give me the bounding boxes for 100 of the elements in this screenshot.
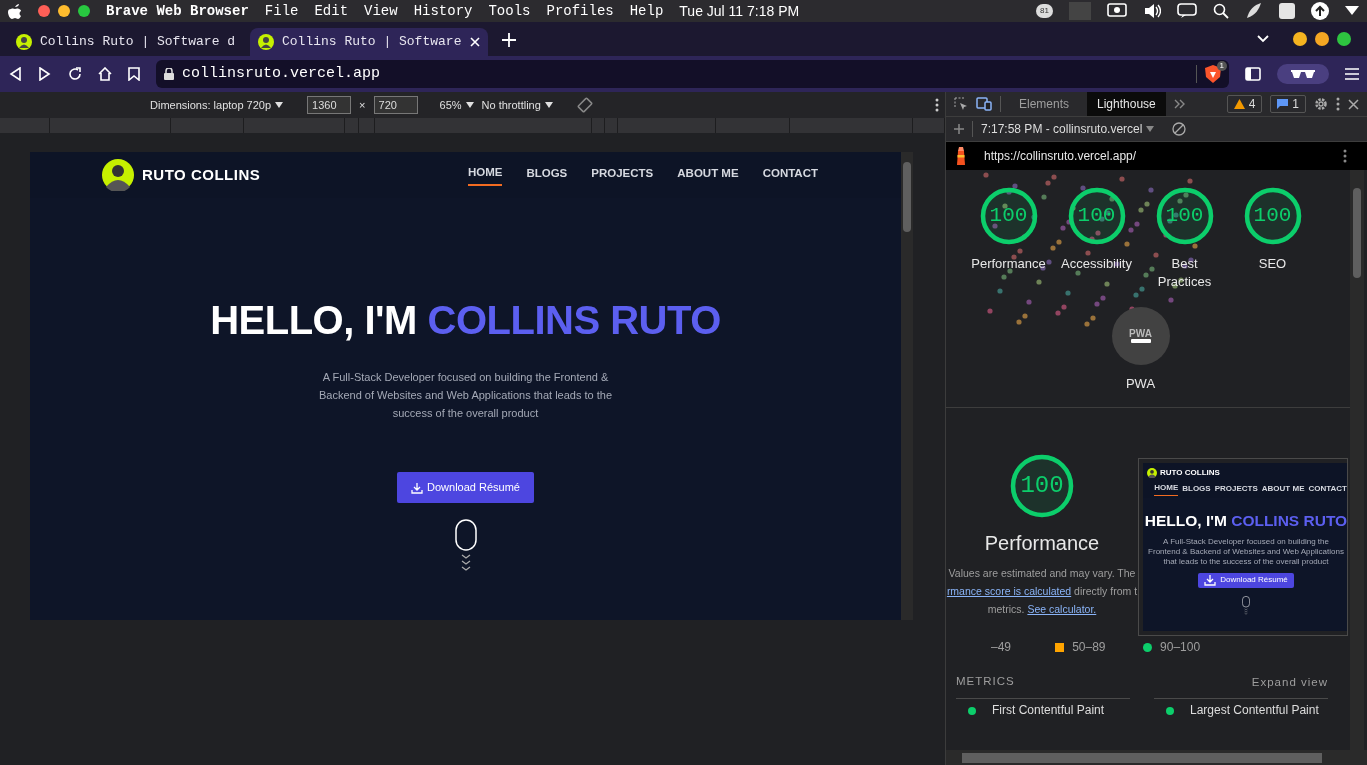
upload-icon[interactable] xyxy=(1311,2,1329,20)
dropdown-arrow-icon[interactable] xyxy=(1345,6,1359,16)
add-icon[interactable] xyxy=(954,124,964,134)
messages-counter[interactable]: 1 xyxy=(1270,95,1306,113)
throttling-dropdown[interactable]: No throttling xyxy=(481,98,553,112)
expand-view-link[interactable]: Expand view xyxy=(1251,673,1328,691)
brand-name[interactable]: RUTO COLLINS xyxy=(1160,467,1220,479)
hero-heading: HELLO, I'M COLLINS RUTO xyxy=(210,297,721,344)
note-text: Values are estimated and may vary. The xyxy=(948,567,1136,579)
more-icon[interactable] xyxy=(935,98,939,112)
sidebar-icon[interactable] xyxy=(1245,67,1261,81)
profile-button[interactable] xyxy=(1277,64,1329,84)
dash-icon xyxy=(1130,338,1151,344)
screen-mirroring-icon[interactable] xyxy=(1107,3,1127,19)
zoom-dropdown[interactable]: 65% xyxy=(439,98,474,112)
more-icon[interactable] xyxy=(1343,149,1347,163)
warning-icon xyxy=(1233,99,1245,109)
browser-tab[interactable]: Collins Ruto | Software d xyxy=(8,28,246,56)
menu-item[interactable]: Help xyxy=(629,1,664,21)
download-icon xyxy=(1204,574,1217,587)
nav-link[interactable]: PROJECTS xyxy=(591,163,654,187)
menu-item[interactable]: Edit xyxy=(314,1,349,21)
clear-icon[interactable] xyxy=(1172,122,1187,136)
height-field[interactable]: 720 xyxy=(373,96,418,114)
rotate-icon[interactable] xyxy=(576,97,593,113)
reload-icon[interactable] xyxy=(68,67,82,81)
new-tab-icon[interactable] xyxy=(502,33,516,47)
window-control-icon[interactable] xyxy=(38,5,50,17)
avatar xyxy=(1147,468,1157,478)
nav-link[interactable]: CONTACT xyxy=(1308,482,1347,496)
score-label: Best Practices xyxy=(1156,255,1213,291)
favicon xyxy=(258,34,274,50)
window-control-icon[interactable] xyxy=(1293,32,1307,46)
score-value: 100 xyxy=(1164,203,1205,230)
download-button[interactable]: Download Résumé xyxy=(1198,572,1294,588)
leaf-icon[interactable] xyxy=(1245,2,1263,20)
panel-tab[interactable]: Lighthouse xyxy=(1087,92,1166,116)
nav-link[interactable]: PROJECTS xyxy=(1214,482,1258,496)
home-icon[interactable] xyxy=(98,67,112,81)
nav-link[interactable]: BLOGS xyxy=(526,163,568,187)
nav-link[interactable]: HOME xyxy=(1154,482,1179,496)
volume-icon[interactable] xyxy=(1143,3,1161,19)
performance-title: Performance xyxy=(984,531,1100,556)
menu-item[interactable]: History xyxy=(413,1,473,21)
bookmark-icon[interactable] xyxy=(128,67,140,81)
menu-item[interactable]: File xyxy=(264,1,299,21)
download-button[interactable]: Download Résumé xyxy=(397,472,534,503)
window-control-icon[interactable] xyxy=(58,5,70,17)
brand-name[interactable]: RUTO COLLINS xyxy=(142,163,261,187)
browser-tab[interactable]: Collins Ruto | Software xyxy=(250,28,488,56)
scroll-mouse-icon xyxy=(1242,595,1250,616)
close-icon[interactable] xyxy=(1348,98,1359,110)
more-icon[interactable] xyxy=(1336,97,1340,111)
warnings-counter[interactable]: 4 xyxy=(1226,95,1263,113)
apple-icon xyxy=(8,3,22,19)
lion-shield-icon[interactable] xyxy=(1205,65,1221,83)
menu-item[interactable]: Tools xyxy=(488,1,531,21)
chat-icon[interactable] xyxy=(1177,3,1197,19)
window-control-icon[interactable] xyxy=(78,5,90,17)
caret-icon xyxy=(275,102,284,108)
lighthouse-icon xyxy=(954,147,968,165)
more-tabs-icon[interactable] xyxy=(1173,99,1186,109)
score-value: 100 xyxy=(988,203,1029,230)
back-icon[interactable] xyxy=(8,67,22,81)
message-icon xyxy=(1277,99,1289,109)
dimensions-dropdown[interactable]: Dimensions: laptop 720p xyxy=(150,98,284,112)
menu-item[interactable]: Profiles xyxy=(546,1,614,21)
legend-range: 90–100 xyxy=(1160,639,1201,656)
window-control-icon[interactable] xyxy=(1315,32,1329,46)
report-url: https://collinsruto.vercel.app/ xyxy=(984,148,1137,165)
hero-heading: HELLO, I'M COLLINS RUTO xyxy=(1144,512,1347,531)
scrollbar[interactable] xyxy=(946,750,1367,765)
app-menu[interactable]: Brave Web Browser xyxy=(106,1,249,21)
nav-link[interactable]: ABOUT ME xyxy=(677,163,739,187)
link[interactable]: See calculator. xyxy=(1027,603,1097,615)
settings-icon[interactable] xyxy=(1314,97,1328,111)
scrollbar[interactable] xyxy=(1350,170,1364,750)
chevron-down-icon[interactable] xyxy=(1257,35,1269,43)
window-control-icon[interactable] xyxy=(1337,32,1351,46)
menu-icon[interactable] xyxy=(1345,68,1359,80)
lock-icon xyxy=(164,68,174,80)
score-value: 100 xyxy=(1076,203,1117,230)
nav-link[interactable]: BLOGS xyxy=(1182,482,1211,496)
score-label: PWA xyxy=(1125,375,1156,393)
note-text: directly from t xyxy=(1073,585,1138,597)
inspect-icon[interactable] xyxy=(954,97,968,111)
nav-link[interactable]: HOME xyxy=(467,163,503,187)
panel-tab[interactable]: Elements xyxy=(1009,92,1080,116)
address-field[interactable]: collinsruto.vercel.app 1 xyxy=(156,60,1229,88)
forward-icon[interactable] xyxy=(38,67,52,81)
device-toolbar-icon[interactable] xyxy=(976,97,992,111)
scrollbar[interactable] xyxy=(901,152,913,620)
legend-range: 50–89 xyxy=(1072,639,1106,656)
download-icon xyxy=(411,481,424,494)
nav-link[interactable]: ABOUT ME xyxy=(1261,482,1305,496)
link[interactable]: rmance score is calculated xyxy=(946,585,1072,597)
width-field[interactable]: 1360 xyxy=(307,96,352,114)
search-icon[interactable] xyxy=(1213,3,1229,19)
nav-link[interactable]: CONTACT xyxy=(762,163,818,187)
menu-item[interactable]: View xyxy=(364,1,398,21)
